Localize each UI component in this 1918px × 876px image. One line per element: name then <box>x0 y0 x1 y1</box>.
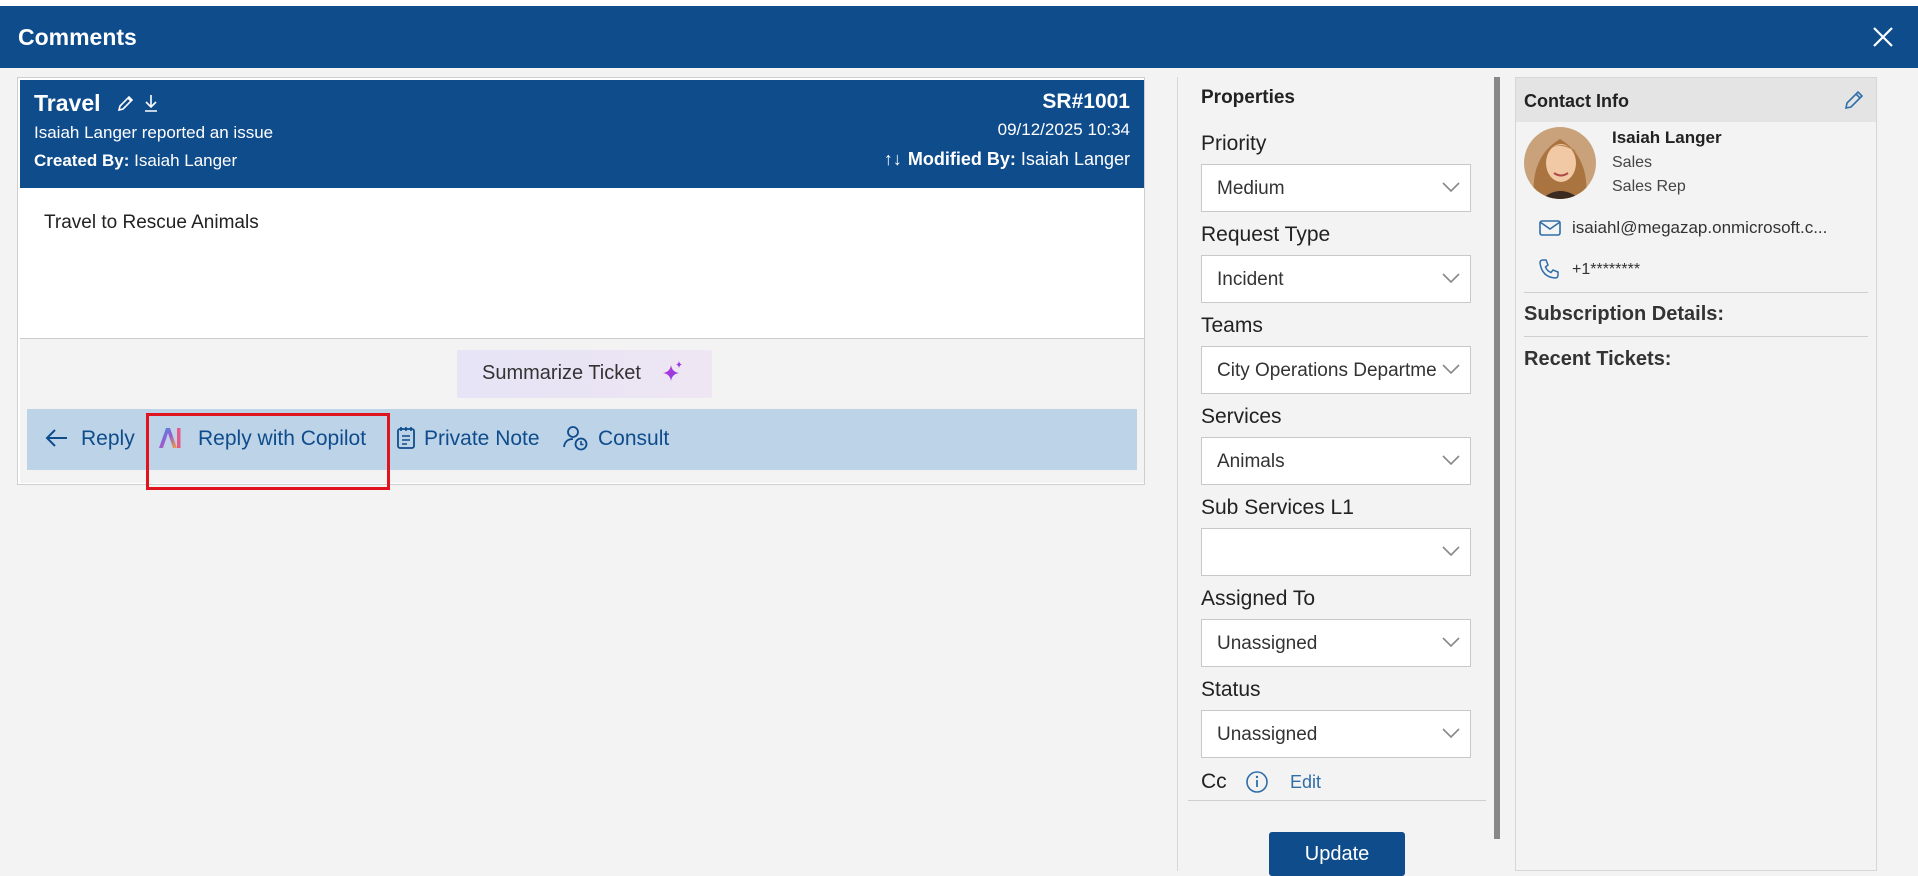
services-select[interactable]: Animals <box>1201 437 1471 485</box>
sparkle-icon <box>663 361 682 381</box>
services-label: Services <box>1201 405 1282 428</box>
chevron-down-icon <box>1442 364 1460 375</box>
contact-phone[interactable]: +1******** <box>1572 261 1640 279</box>
sub-services-label: Sub Services L1 <box>1201 496 1354 519</box>
sub-services-select[interactable] <box>1201 528 1471 576</box>
contact-email[interactable]: isaiahl@megazap.onmicrosoft.c... <box>1572 218 1827 238</box>
phone-icon <box>1539 259 1559 279</box>
ticket-card: Travel Isaiah Langer reported an issue C… <box>17 77 1145 485</box>
properties-heading: Properties <box>1201 87 1295 108</box>
priority-select[interactable]: Medium <box>1201 164 1471 212</box>
status-label: Status <box>1201 678 1261 701</box>
ticket-number: SR#1001 <box>1042 90 1130 113</box>
contact-name: Isaiah Langer <box>1612 128 1722 147</box>
contact-role: Sales Rep <box>1612 178 1686 195</box>
pencil-icon[interactable] <box>116 93 136 113</box>
ticket-description-area: Travel to Rescue Animals <box>20 188 1144 339</box>
created-by-name: Isaiah Langer <box>134 151 238 170</box>
summarize-label: Summarize Ticket <box>482 362 641 384</box>
chevron-down-icon <box>1442 546 1460 557</box>
note-icon <box>397 427 415 449</box>
status-value: Unassigned <box>1217 724 1318 745</box>
properties-scrollbar[interactable] <box>1494 77 1500 839</box>
mail-icon <box>1539 220 1561 236</box>
dialog-title: Comments <box>18 24 137 50</box>
cc-edit-link[interactable]: Edit <box>1290 772 1321 793</box>
ticket-date: 09/12/2025 10:34 <box>997 120 1130 139</box>
reply-button[interactable]: Reply <box>43 409 135 470</box>
arrow-left-icon <box>45 429 67 447</box>
chevron-down-icon <box>1442 637 1460 648</box>
reply-with-copilot-button[interactable]: Reply with Copilot <box>156 409 372 470</box>
contact-department: Sales <box>1612 154 1653 171</box>
divider <box>1188 800 1486 801</box>
subscription-details-heading: Subscription Details: <box>1524 303 1725 325</box>
download-icon[interactable] <box>141 93 161 113</box>
consult-label: Consult <box>598 427 670 450</box>
avatar <box>1524 127 1596 199</box>
chevron-down-icon <box>1442 273 1460 284</box>
private-note-button[interactable]: Private Note <box>392 409 542 470</box>
teams-value: City Operations Departme <box>1217 360 1437 381</box>
contact-info-panel: Contact Info Isaiah Langer Sales Sales R… <box>1515 77 1877 871</box>
modified-by-name: Isaiah Langer <box>1020 149 1130 169</box>
created-by-label: Created By: <box>34 151 130 170</box>
ticket-actions-area: Summarize Ticket Reply Reply with Copilo… <box>20 339 1144 483</box>
recent-tickets-heading: Recent Tickets: <box>1524 348 1672 370</box>
sort-arrows-icon[interactable]: ↑↓ <box>884 149 902 169</box>
reply-label: Reply <box>81 427 135 450</box>
summarize-ticket-button[interactable]: Summarize Ticket <box>457 350 712 398</box>
ticket-description: Travel to Rescue Animals <box>44 212 259 233</box>
dialog-header: Comments <box>0 6 1918 68</box>
private-note-label: Private Note <box>424 427 540 450</box>
request-type-label: Request Type <box>1201 223 1331 246</box>
modified-by: ↑↓ Modified By: Isaiah Langer <box>884 149 1130 170</box>
assigned-to-label: Assigned To <box>1201 587 1316 610</box>
edit-pencil-icon[interactable] <box>1842 88 1866 112</box>
teams-select[interactable]: City Operations Departme <box>1201 346 1471 394</box>
priority-value: Medium <box>1217 178 1285 199</box>
cc-label: Cc <box>1201 770 1227 793</box>
contact-info-header: Contact Info <box>1516 78 1876 122</box>
assigned-to-select[interactable]: Unassigned <box>1201 619 1471 667</box>
info-icon[interactable] <box>1245 770 1269 794</box>
priority-label: Priority <box>1201 132 1267 155</box>
consult-person-icon <box>563 426 588 451</box>
request-type-select[interactable]: Incident <box>1201 255 1471 303</box>
services-value: Animals <box>1217 451 1285 472</box>
reply-with-copilot-label: Reply with Copilot <box>198 427 367 450</box>
consult-button[interactable]: Consult <box>562 409 682 470</box>
request-type-value: Incident <box>1217 269 1284 290</box>
ticket-header: Travel Isaiah Langer reported an issue C… <box>20 80 1144 188</box>
divider <box>1524 292 1868 293</box>
properties-panel: Properties Priority Medium Request Type … <box>1177 77 1500 876</box>
assigned-to-value: Unassigned <box>1217 633 1318 654</box>
reply-action-bar: Reply Reply with Copilot Private Note Co… <box>27 409 1137 470</box>
status-select[interactable]: Unassigned <box>1201 710 1471 758</box>
update-button[interactable]: Update <box>1269 832 1405 876</box>
chevron-down-icon <box>1442 728 1460 739</box>
contact-info-heading: Contact Info <box>1524 91 1629 111</box>
chevron-down-icon <box>1442 182 1460 193</box>
chevron-down-icon <box>1442 455 1460 466</box>
modified-by-label: Modified By: <box>907 149 1016 169</box>
copilot-icon <box>159 428 181 448</box>
created-by: Created By: Isaiah Langer <box>34 151 237 171</box>
teams-label: Teams <box>1201 314 1263 337</box>
ticket-title: Travel <box>34 90 101 116</box>
close-icon[interactable] <box>1870 24 1896 50</box>
divider <box>1524 336 1868 337</box>
reported-text: Isaiah Langer reported an issue <box>34 123 274 142</box>
